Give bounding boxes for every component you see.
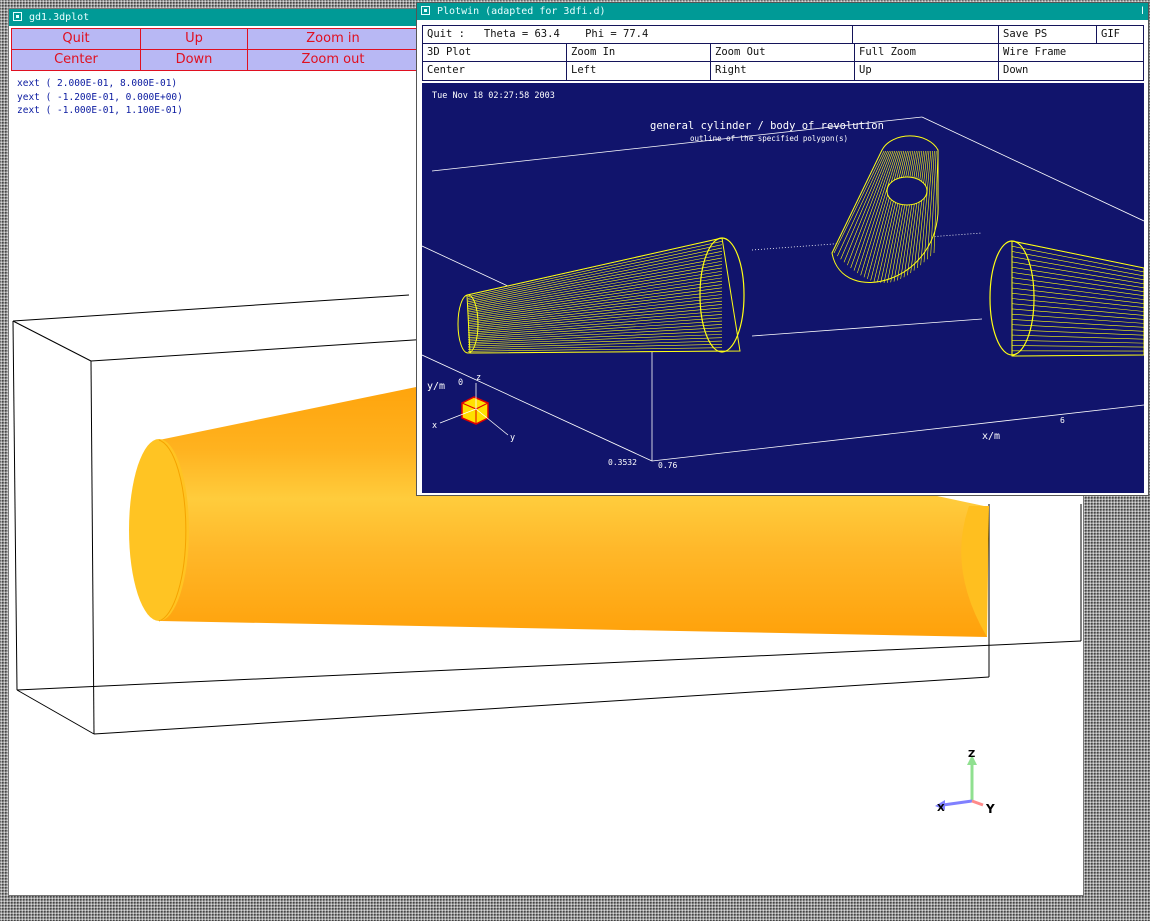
window-title: gd1.3dplot xyxy=(29,12,90,23)
save-ps-button[interactable]: Save PS xyxy=(999,26,1097,43)
empty-cell xyxy=(853,26,999,43)
left-button[interactable]: Left xyxy=(567,62,711,80)
resize-handle-icon[interactable]: Ⅰ xyxy=(1141,3,1144,20)
axis-x-label: X xyxy=(937,803,945,814)
title-bar: Plotwin (adapted for 3dfi.d) Ⅰ xyxy=(417,3,1148,20)
axis-z-label: Z xyxy=(968,749,975,760)
phi-readout: Phi = 77.4 xyxy=(585,28,649,40)
z-axis-label: z xyxy=(476,373,481,383)
theta-readout: Theta = 63.4 xyxy=(483,28,560,40)
zoom-out-button[interactable]: Zoom Out xyxy=(711,44,855,61)
triad-x-label: x xyxy=(432,421,437,431)
timestamp-label: Tue Nov 18 02:27:58 2003 xyxy=(432,91,555,101)
triad-y-label: y xyxy=(510,433,515,443)
cylinder-left xyxy=(457,237,745,354)
status-cell[interactable]: Quit : Theta = 63.4 Phi = 77.4 xyxy=(423,26,853,43)
tick-label-x-right: 6 xyxy=(1060,416,1065,425)
plot-title: general cylinder / body of revolution xyxy=(650,120,884,132)
zoom-out-button[interactable]: Zoom out xyxy=(248,50,418,71)
axis-y-label: Y xyxy=(985,802,995,816)
center-button[interactable]: Center xyxy=(423,62,567,80)
window-menu-icon[interactable] xyxy=(13,12,22,21)
x-axis-label: x/m xyxy=(982,431,1000,442)
zoom-in-button[interactable]: Zoom in xyxy=(248,29,418,50)
y-zero-label: 0 xyxy=(458,378,463,388)
gif-button[interactable]: GIF xyxy=(1097,26,1143,43)
menu-row: 3D Plot Zoom In Zoom Out Full Zoom Wire … xyxy=(423,44,1143,62)
tick-label-bottom-left: 0.3532 xyxy=(608,458,637,467)
orientation-cube-icon xyxy=(439,383,509,436)
quit-button[interactable]: Quit xyxy=(12,29,141,50)
window-menu-icon[interactable] xyxy=(421,6,430,15)
tick-label-x-start: 0.76 xyxy=(658,461,677,470)
cone-top xyxy=(831,135,939,284)
menu-row: Quit : Theta = 63.4 Phi = 77.4 Save PS G… xyxy=(423,26,1143,44)
wireframe-plot[interactable]: Tue Nov 18 02:27:58 2003 general cylinde… xyxy=(422,83,1144,493)
yext-text: yext ( -1.200E-01, 0.000E+00) xyxy=(17,91,183,103)
right-button[interactable]: Right xyxy=(711,62,855,80)
center-button[interactable]: Center xyxy=(12,50,141,71)
xext-text: xext ( 2.000E-01, 8.000E-01) xyxy=(17,78,178,89)
down-button[interactable]: Down xyxy=(999,62,1143,80)
extent-readout: xext ( 2.000E-01, 8.000E-01) yext ( -1.20… xyxy=(17,77,183,118)
down-button[interactable]: Down xyxy=(141,50,248,71)
plotwin-window: Plotwin (adapted for 3dfi.d) Ⅰ Quit : Th… xyxy=(416,2,1149,496)
control-button-grid: Quit Up Zoom in Center Down Zoom out xyxy=(11,28,418,71)
up-button[interactable]: Up xyxy=(855,62,999,80)
window-title: Plotwin (adapted for 3dfi.d) xyxy=(437,6,606,17)
full-zoom-button[interactable]: Full Zoom xyxy=(855,44,999,61)
y-axis-label: y/m xyxy=(427,381,445,392)
wireframe-canvas: Tue Nov 18 02:27:58 2003 general cylinde… xyxy=(422,91,1144,470)
wire-frame-button[interactable]: Wire Frame xyxy=(999,44,1143,61)
zext-text: zext ( -1.000E-01, 1.100E-01) xyxy=(17,105,183,116)
plot-menu: Quit : Theta = 63.4 Phi = 77.4 Save PS G… xyxy=(422,25,1144,81)
zoom-in-button[interactable]: Zoom In xyxy=(567,44,711,61)
3d-plot-button[interactable]: 3D Plot xyxy=(423,44,567,61)
axis-triad-icon: Z X Y xyxy=(935,749,995,816)
cylinder-right xyxy=(989,240,1144,357)
menu-row: Center Left Right Up Down xyxy=(423,62,1143,80)
quit-label[interactable]: Quit : xyxy=(427,28,465,40)
up-button[interactable]: Up xyxy=(141,29,248,50)
plot-subtitle: outline of the specified polygon(s) xyxy=(690,134,848,143)
